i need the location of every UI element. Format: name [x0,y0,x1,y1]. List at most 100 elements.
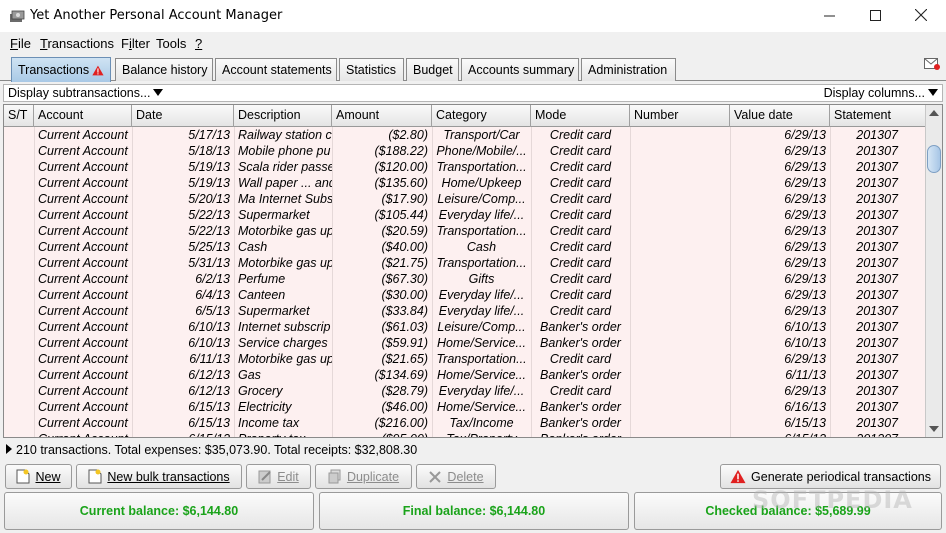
table-row[interactable]: Current Account 5/18/13 Mobile phone pu ($1… [4,143,926,159]
cell-value-date: 6/29/13 [784,144,826,158]
tab-statistics[interactable]: Statistics [339,58,404,81]
cell-mode: Credit card [549,352,612,366]
column-header-value-date[interactable]: Value date [730,105,830,127]
table-body: Current Account 5/17/13 Railway station c (… [4,127,926,437]
display-subtransactions-button[interactable]: Display subtransactions... [8,86,164,100]
cell-amount: ($188.22) [374,144,428,158]
cell-account: Current Account [38,176,128,190]
cell-number [630,287,730,303]
new-bulk-transactions-button[interactable]: New bulk transactions [76,464,242,489]
column-header-number[interactable]: Number [630,105,730,127]
cell-value-date: 6/29/13 [784,352,826,366]
table-row[interactable]: Current Account 5/17/13 Railway station c (… [4,127,926,143]
menu-filter[interactable]: Filter [121,36,150,51]
menu-help[interactable]: ? [195,36,202,51]
duplicate-button[interactable]: Duplicate [315,464,412,489]
cell-mode: Credit card [549,240,612,254]
cell-amount: ($2.80) [388,128,428,142]
mail-alert-icon[interactable] [924,58,940,70]
vertical-scrollbar[interactable] [925,105,942,437]
table-row[interactable]: Current Account 5/19/13 Scala rider passe (… [4,159,926,175]
cell-statement: 201307 [830,431,926,437]
maximize-button[interactable] [852,0,898,30]
column-header-description[interactable]: Description [234,105,332,127]
table-row[interactable]: Current Account 6/11/13 Motorbike gas up ($… [4,351,926,367]
cell-st [4,239,34,255]
column-header-category[interactable]: Category [432,105,531,127]
cell-statement: 201307 [856,208,898,222]
table-row[interactable]: Current Account 6/2/13 Perfume ($67.30) Gift… [4,271,926,287]
scrollbar-thumb[interactable] [927,145,941,173]
cell-statement: 201307 [856,384,898,398]
current-balance[interactable]: Current balance: $6,144.80 [4,492,314,530]
cell-account: Current Account [38,128,128,142]
table-row[interactable]: Current Account 6/15/13 Electricity ($46.00… [4,399,926,415]
display-columns-button[interactable]: Display columns... [824,86,938,100]
expand-arrow-icon[interactable] [6,444,12,454]
tab-balance-history[interactable]: Balance history [115,58,213,81]
cell-account: Current Account [38,368,128,382]
cell-category: Tax/Income [449,416,514,430]
edit-button[interactable]: Edit [246,464,311,489]
table-row[interactable]: Current Account 5/22/13 Motorbike gas up ($… [4,223,926,239]
column-header-statement[interactable]: Statement [830,105,926,127]
column-header-account[interactable]: Account [34,105,132,127]
tab-accounts-summary[interactable]: Accounts summary [461,58,579,81]
column-header-mode[interactable]: Mode [531,105,630,127]
cell-number [630,399,730,415]
cell-category: Home/Service... [437,368,526,382]
column-header-date[interactable]: Date [132,105,234,127]
cell-statement: 201307 [856,144,898,158]
tab-account-statements[interactable]: Account statements [215,58,337,81]
column-header-st[interactable]: S/T [4,105,34,127]
table-row[interactable]: Current Account 5/25/13 Cash ($40.00) Cash Cr… [4,239,926,255]
menu-tools[interactable]: Tools [156,36,186,51]
tab-administration[interactable]: Administration [581,58,676,81]
cell-description: Motorbike gas up [238,352,332,366]
table-row[interactable]: Current Account 5/22/13 Supermarket ($105.4… [4,207,926,223]
final-balance[interactable]: Final balance: $6,144.80 [319,492,629,530]
cell-description: Motorbike gas up [238,256,332,270]
cell-statement: 201307 [856,416,898,430]
scroll-up-icon[interactable] [929,110,939,116]
cell-account: Current Account [38,304,128,318]
new-button[interactable]: New [5,464,72,489]
table-row[interactable]: Current Account 5/31/13 Motorbike gas up ($… [4,255,926,271]
cell-category: Transport/Car [443,128,520,142]
delete-button[interactable]: Delete [416,464,496,489]
scroll-down-icon[interactable] [929,426,939,432]
cell-mode: Credit card [549,160,612,174]
table-row[interactable]: Current Account 6/10/13 Service charges ($5… [4,335,926,351]
cell-number [630,351,730,367]
cell-account: Current Account [38,192,128,206]
table-row[interactable]: Current Account 6/10/13 Internet subscrip (… [4,319,926,335]
table-row[interactable]: Current Account 5/20/13 Ma Internet Subs ($… [4,191,926,207]
app-icon [10,10,25,22]
table-row[interactable]: Current Account 6/15/13 Income tax ($216.00… [4,415,926,431]
table-row[interactable]: Current Account 6/12/13 Gas ($134.69) Home/S… [4,367,926,383]
menu-file[interactable]: File [10,36,31,51]
tab-transactions[interactable]: Transactions [11,57,111,82]
cell-statement: 201307 [856,304,898,318]
table-row[interactable]: Current Account 5/19/13 Wall paper ... and… [4,175,926,191]
minimize-button[interactable] [806,0,852,30]
table-row[interactable]: Current Account6/15/13Property tax($95.0… [4,431,926,437]
cell-date: 6/10/13 [188,336,230,350]
close-button[interactable] [898,0,944,30]
warning-icon [730,469,746,484]
cell-value-date: 6/29/13 [784,224,826,238]
column-header-amount[interactable]: Amount [332,105,432,127]
cell-value-date: 6/15/13 [784,416,826,430]
table-row[interactable]: Current Account 6/12/13 Grocery ($28.79) Eve… [4,383,926,399]
cell-statement: 201307 [856,176,898,190]
menu-transactions[interactable]: Transactions [40,36,114,51]
cell-category: Transportation... [436,160,527,174]
cell-st [4,159,34,175]
cell-account: Current Account [38,400,128,414]
table-row[interactable]: Current Account 6/5/13 Supermarket ($33.84)… [4,303,926,319]
tab-budget[interactable]: Budget [406,58,459,81]
cell-number [630,207,730,223]
cell-date: 5/19/13 [188,176,230,190]
cell-number [630,255,730,271]
table-row[interactable]: Current Account 6/4/13 Canteen ($30.00) Ever… [4,287,926,303]
